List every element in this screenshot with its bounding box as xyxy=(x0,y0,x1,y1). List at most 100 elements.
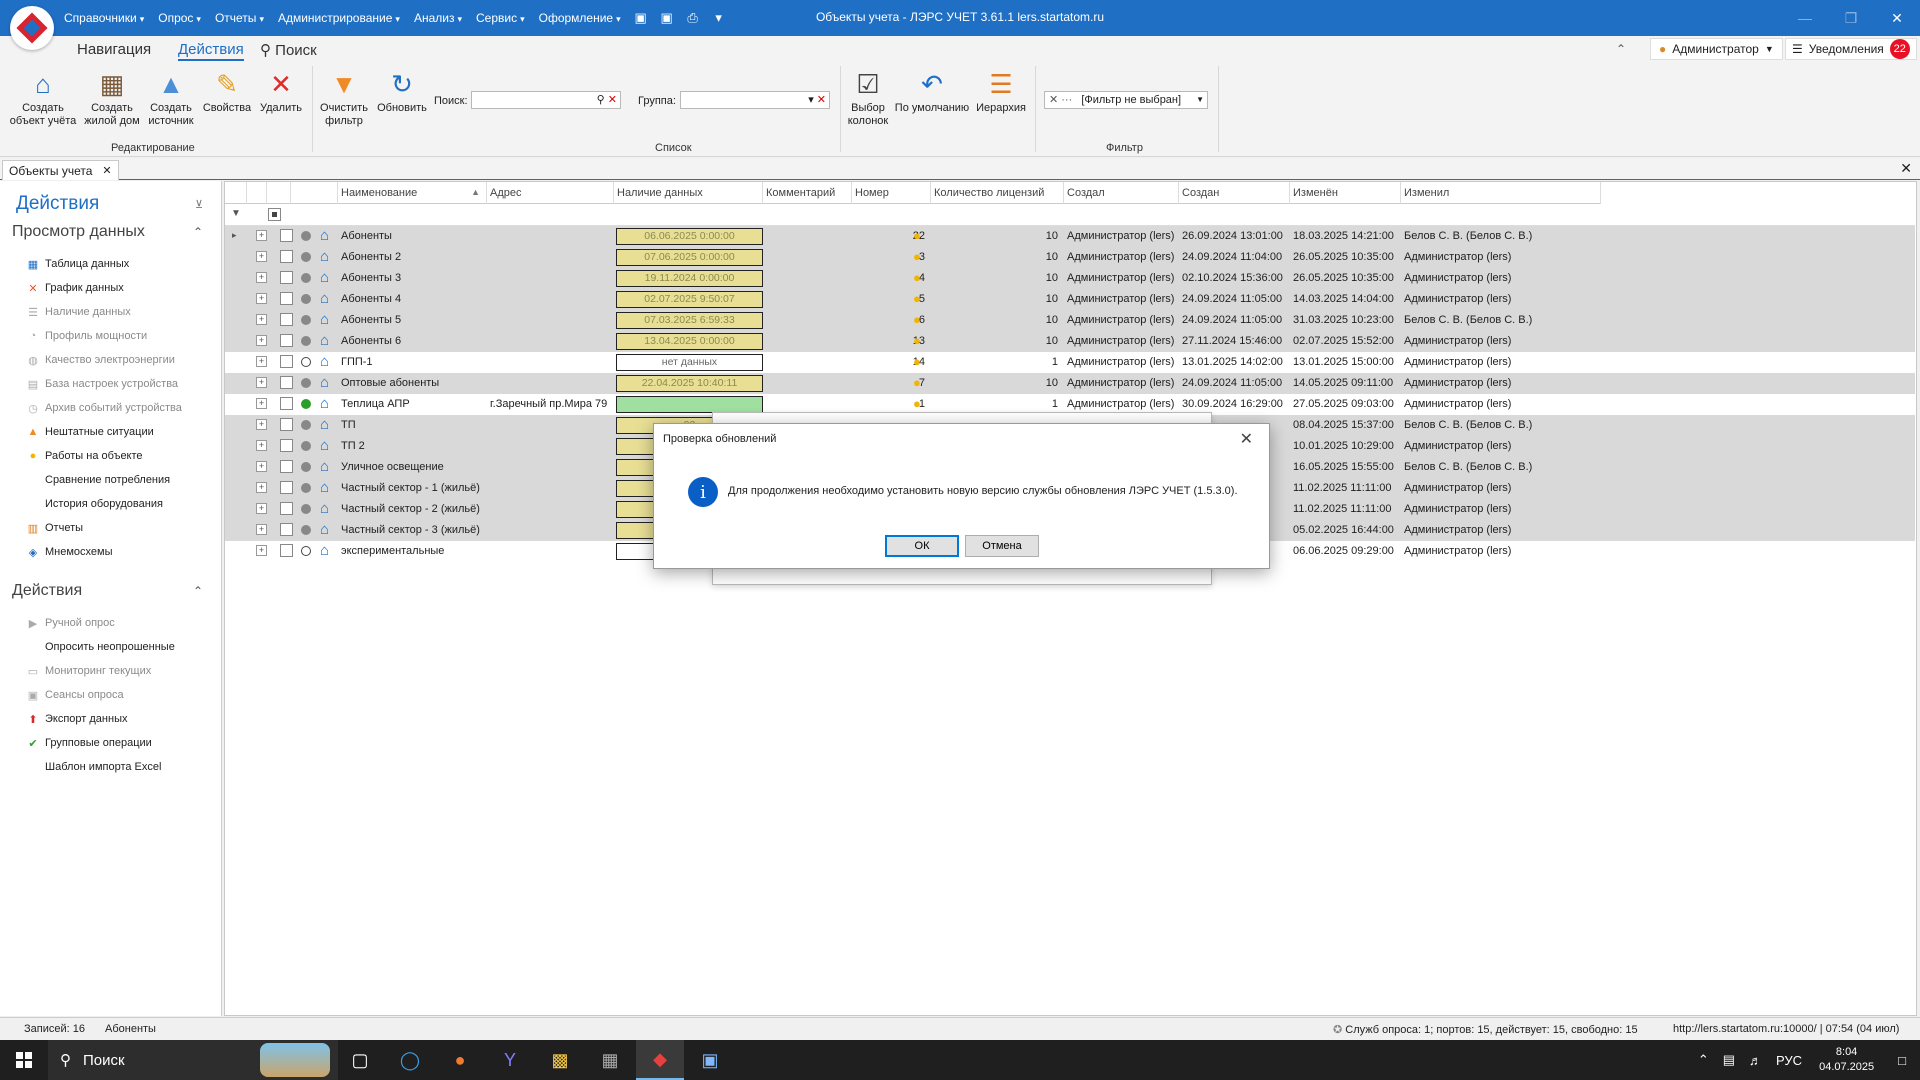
screenshot-icon[interactable]: ▣ xyxy=(632,9,650,27)
row-checkbox[interactable] xyxy=(280,481,293,494)
chevron-up-icon[interactable]: ⌃ xyxy=(193,225,203,239)
menu-item[interactable]: Отчеты ▾ xyxy=(209,11,270,25)
section-header[interactable]: Действия xyxy=(12,582,82,600)
panel-item[interactable]: Опросить неопрошенные xyxy=(26,639,175,655)
table-row[interactable]: + ⌂ Оптовые абоненты 22.04.2025 10:40:11 7 ● 1… xyxy=(225,373,1915,394)
default-button[interactable]: ↶ По умолчанию xyxy=(894,68,970,115)
expand-icon[interactable]: + xyxy=(256,377,267,388)
column-header[interactable]: Изменил xyxy=(1401,182,1601,204)
minimize-button[interactable]: — xyxy=(1782,0,1828,36)
row-checkbox[interactable] xyxy=(280,313,293,326)
expand-icon[interactable]: + xyxy=(256,398,267,409)
panel-item[interactable]: ◈ Мнемосхемы xyxy=(26,544,113,560)
row-checkbox[interactable] xyxy=(280,439,293,452)
columns-button[interactable]: ☑ Выбор колонок xyxy=(844,68,892,128)
panel-item[interactable]: ▤ База настроек устройства xyxy=(26,376,178,392)
column-header[interactable]: Наличие данных xyxy=(614,182,763,204)
menu-item[interactable]: Справочники ▾ xyxy=(58,11,150,25)
column-header-icon[interactable] xyxy=(291,182,338,204)
save-icon[interactable]: ▣ xyxy=(658,9,676,27)
row-checkbox[interactable] xyxy=(280,523,293,536)
select-all-checkbox[interactable] xyxy=(268,208,281,221)
row-checkbox[interactable] xyxy=(280,460,293,473)
pin-icon[interactable]: ⊻ xyxy=(195,198,203,211)
column-header[interactable]: Создал xyxy=(1064,182,1179,204)
panel-item[interactable]: ✕ График данных xyxy=(26,280,123,296)
panel-item[interactable]: ▭ Мониторинг текущих xyxy=(26,663,151,679)
row-checkbox[interactable] xyxy=(280,502,293,515)
notifications-button[interactable]: ☰ Уведомления 22 xyxy=(1785,38,1917,60)
table-row[interactable]: + ⌂ Абоненты 4 02.07.2025 9:50:07 5 ● 10 Админи… xyxy=(225,289,1915,310)
panel-item[interactable]: ☰ Наличие данных xyxy=(26,304,131,320)
close-all-tabs-icon[interactable]: ✕ xyxy=(1900,160,1912,177)
column-header-status[interactable] xyxy=(267,182,291,204)
yandex-icon[interactable]: Y xyxy=(486,1040,534,1080)
tab-navigation[interactable]: Навигация xyxy=(77,41,151,58)
expand-icon[interactable]: + xyxy=(256,356,267,367)
panel-item[interactable]: ▶ Ручной опрос xyxy=(26,615,115,631)
app-logo[interactable] xyxy=(10,6,54,50)
table-row[interactable]: + ⌂ ГПП-1 нет данных 14 ● 1 Администратор (lers… xyxy=(225,352,1915,373)
table-row[interactable]: + ⌂ Абоненты 6 13.04.2025 0:00:00 13 ● 10 Админ… xyxy=(225,331,1915,352)
notification-center-icon[interactable]: □ xyxy=(1884,1053,1920,1068)
expand-icon[interactable]: + xyxy=(256,230,267,241)
row-checkbox[interactable] xyxy=(280,229,293,242)
menu-item[interactable]: Анализ ▾ xyxy=(408,11,468,25)
panel-item[interactable]: ◍ Качество электроэнергии xyxy=(26,352,175,368)
panel-item[interactable]: Шаблон импорта Excel xyxy=(26,759,161,775)
panel-item[interactable]: Сравнение потребления xyxy=(26,472,170,488)
section-header[interactable]: Просмотр данных xyxy=(12,223,145,241)
menu-item[interactable]: Администрирование ▾ xyxy=(272,11,406,25)
table-row[interactable]: ▸ + ⌂ Абоненты 06.06.2025 0:00:00 22 ● 10 Админи… xyxy=(225,226,1915,247)
customize-icon[interactable]: ▾ xyxy=(710,9,728,27)
close-icon[interactable]: ✕ xyxy=(1240,429,1253,449)
expand-icon[interactable]: + xyxy=(256,524,267,535)
column-header-checkbox[interactable] xyxy=(247,182,267,204)
expand-icon[interactable]: + xyxy=(256,419,267,430)
expand-icon[interactable]: + xyxy=(256,314,267,325)
filter-select[interactable]: ✕ ··· [Фильтр не выбран] ▼ xyxy=(1044,91,1208,109)
expand-icon[interactable]: + xyxy=(256,335,267,346)
row-checkbox[interactable] xyxy=(280,250,293,263)
table-row[interactable]: + ⌂ Абоненты 2 07.06.2025 0:00:00 3 ● 10 Админи… xyxy=(225,247,1915,268)
remote-desktop-icon[interactable]: ▣ xyxy=(686,1040,734,1080)
panel-item[interactable]: ▥ Отчеты xyxy=(26,520,83,536)
network-icon[interactable]: ▤ xyxy=(1716,1052,1742,1068)
column-header[interactable]: Комментарий xyxy=(763,182,852,204)
expand-icon[interactable]: + xyxy=(256,461,267,472)
panel-item[interactable]: ◷ Архив событий устройства xyxy=(26,400,182,416)
column-header[interactable]: Изменён xyxy=(1290,182,1401,204)
expand-icon[interactable]: + xyxy=(256,251,267,262)
row-checkbox[interactable] xyxy=(280,544,293,557)
expand-icon[interactable]: + xyxy=(256,440,267,451)
row-checkbox[interactable] xyxy=(280,292,293,305)
cancel-button[interactable]: Отмена xyxy=(965,535,1039,557)
search-input[interactable]: ⚲ ✕ xyxy=(471,91,621,109)
expand-icon[interactable]: + xyxy=(256,482,267,493)
column-header[interactable]: Количество лицензий xyxy=(931,182,1064,204)
panel-item[interactable]: ▲ Нештатные ситуации xyxy=(26,424,154,440)
taskbar-search[interactable]: ⚲ Поиск xyxy=(48,1040,338,1080)
close-icon[interactable]: ✕ xyxy=(102,164,111,177)
expand-icon[interactable]: + xyxy=(256,272,267,283)
column-header[interactable]: Наименование ▲ xyxy=(338,182,487,204)
row-checkbox[interactable] xyxy=(280,271,293,284)
panel-item[interactable]: ⬆ Экспорт данных xyxy=(26,711,127,727)
column-header[interactable]: Номер xyxy=(852,182,931,204)
column-header[interactable]: Адрес xyxy=(487,182,614,204)
tab-actions[interactable]: Действия xyxy=(178,41,244,61)
expand-icon[interactable]: + xyxy=(256,545,267,556)
tab-objects[interactable]: Объекты учета ✕ xyxy=(2,160,119,180)
row-checkbox[interactable] xyxy=(280,397,293,410)
clear-filter-button[interactable]: ▼ Очистить фильтр xyxy=(316,68,372,128)
clock[interactable]: 8:04 04.07.2025 xyxy=(1809,1045,1884,1075)
ribbon-collapse-icon[interactable]: ⌃ xyxy=(1616,42,1626,56)
table-row[interactable]: + ⌂ Абоненты 5 07.03.2025 6:59:33 6 ● 10 Админи… xyxy=(225,310,1915,331)
expand-icon[interactable]: + xyxy=(256,503,267,514)
create-house-button[interactable]: ▦ Создать жилой дом xyxy=(84,68,140,128)
volume-icon[interactable]: ♬ xyxy=(1742,1053,1769,1068)
row-checkbox[interactable] xyxy=(280,334,293,347)
tab-search[interactable]: ⚲ Поиск xyxy=(260,41,317,59)
properties-button[interactable]: ✎ Свойства xyxy=(200,68,254,115)
user-button[interactable]: ● Администратор ▼ xyxy=(1650,38,1783,60)
